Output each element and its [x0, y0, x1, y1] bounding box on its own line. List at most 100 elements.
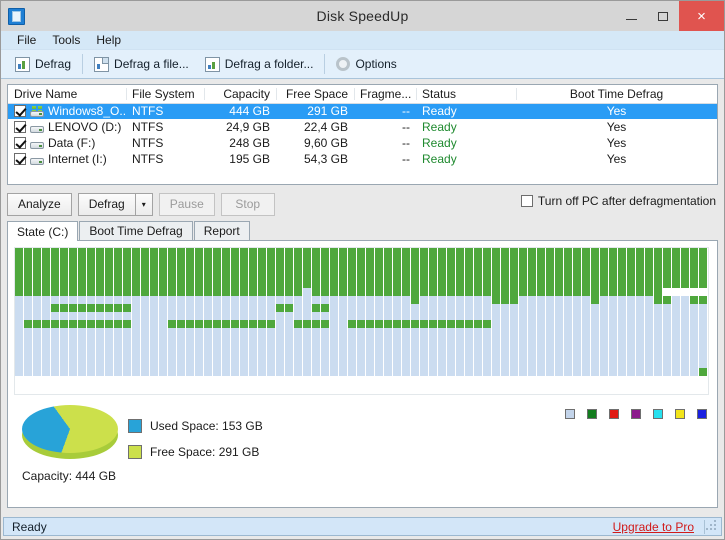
analyze-button[interactable]: Analyze — [7, 193, 72, 216]
disk-map-cell — [699, 328, 707, 336]
disk-map-cell — [456, 312, 464, 320]
menu-item-tools[interactable]: Tools — [44, 32, 88, 48]
disk-map-cell — [33, 360, 41, 368]
disk-map-cell — [564, 336, 572, 344]
disk-map-cell — [420, 344, 428, 352]
disk-map-cell — [69, 320, 77, 328]
disk-map-cell — [114, 256, 122, 264]
disk-map-cell — [393, 256, 401, 264]
toolbar-defrag-folder-button[interactable]: Defrag a folder... — [197, 53, 322, 76]
tab-boot-time-defrag[interactable]: Boot Time Defrag — [79, 221, 192, 240]
tab-panel-state: Used Space: 153 GB Free Space: 291 GB Ca… — [7, 241, 718, 508]
disk-map-cell — [519, 248, 527, 256]
menu-item-file[interactable]: File — [9, 32, 44, 48]
toolbar-defrag-button[interactable]: Defrag — [7, 53, 79, 76]
disk-map-cell — [258, 248, 266, 256]
cell-fragmentation: -- — [354, 103, 416, 119]
disk-map-cell — [618, 312, 626, 320]
pause-button[interactable]: Pause — [159, 193, 215, 216]
disk-map-cell — [681, 272, 689, 280]
disk-map-cell — [114, 248, 122, 256]
column-free-space[interactable]: Free Space — [276, 85, 354, 103]
disk-map-cell — [555, 320, 563, 328]
disk-map-cell — [519, 312, 527, 320]
disk-map-cell — [528, 272, 536, 280]
toolbar-defrag-file-button[interactable]: Defrag a file... — [86, 53, 197, 76]
disk-map-cell — [483, 320, 491, 328]
disk-map-cell — [501, 248, 509, 256]
disk-map-cell — [510, 312, 518, 320]
row-checkbox[interactable] — [14, 105, 26, 117]
disk-map-cell — [240, 288, 248, 296]
minimize-button[interactable] — [615, 1, 647, 31]
table-row[interactable]: Internet (I:) NTFS 195 GB 54,3 GB -- Rea… — [8, 151, 717, 167]
column-status[interactable]: Status — [416, 85, 516, 103]
column-fragmentation[interactable]: Fragme... — [354, 85, 416, 103]
disk-map-cell — [402, 248, 410, 256]
disk-map-cell — [672, 272, 680, 280]
disk-map-cell — [429, 272, 437, 280]
disk-map-cell — [87, 288, 95, 296]
menu-item-help[interactable]: Help — [88, 32, 129, 48]
disk-map-cell — [357, 264, 365, 272]
disk-map-cell — [87, 248, 95, 256]
toolbar-separator — [82, 54, 83, 74]
disk-map-cell — [168, 328, 176, 336]
disk-map-cell — [348, 368, 356, 376]
disk-map-cell — [618, 272, 626, 280]
stop-button[interactable]: Stop — [221, 193, 275, 216]
cell-drive-name: Data (F:) — [8, 135, 126, 151]
disk-map-cell — [375, 304, 383, 312]
disk-map-cell — [402, 320, 410, 328]
turn-off-pc-checkbox[interactable] — [521, 195, 533, 207]
disk-map-cell — [339, 328, 347, 336]
toolbar: Defrag Defrag a file... Defrag a folder.… — [1, 50, 724, 79]
table-row[interactable]: LENOVO (D:) NTFS 24,9 GB 22,4 GB -- Read… — [8, 119, 717, 135]
disk-map-cell — [240, 352, 248, 360]
disk-cluster-map[interactable] — [14, 247, 709, 395]
disk-map-cell — [213, 328, 221, 336]
disk-map-cell — [105, 264, 113, 272]
upgrade-to-pro-link[interactable]: Upgrade to Pro — [613, 520, 704, 534]
disk-map-cell — [186, 312, 194, 320]
disk-map-cell — [213, 312, 221, 320]
drive-list[interactable]: Drive Name File System Capacity Free Spa… — [7, 84, 718, 185]
disk-map-cell — [258, 328, 266, 336]
disk-map-cell — [564, 360, 572, 368]
disk-map-cell — [213, 344, 221, 352]
disk-map-cell — [24, 344, 32, 352]
disk-map-row — [15, 304, 708, 312]
disk-map-cell — [582, 296, 590, 304]
disk-map-cell — [348, 360, 356, 368]
resize-grip[interactable] — [704, 520, 718, 534]
chevron-down-icon[interactable]: ▾ — [135, 193, 153, 216]
defrag-button[interactable]: Defrag — [78, 193, 135, 216]
maximize-button[interactable] — [647, 1, 679, 31]
column-drive-name[interactable]: Drive Name — [8, 85, 126, 103]
tab-state-c[interactable]: State (C:) — [7, 221, 78, 241]
table-row[interactable]: Data (F:) NTFS 248 GB 9,60 GB -- Ready Y… — [8, 135, 717, 151]
row-checkbox[interactable] — [14, 153, 26, 165]
column-file-system[interactable]: File System — [126, 85, 204, 103]
disk-map-cell — [141, 336, 149, 344]
disk-map-cell — [591, 304, 599, 312]
column-capacity[interactable]: Capacity — [204, 85, 276, 103]
disk-map-cell — [573, 248, 581, 256]
disk-map-cell — [303, 256, 311, 264]
column-boot-time-defrag[interactable]: Boot Time Defrag — [516, 85, 717, 103]
disk-map-cell — [411, 272, 419, 280]
turn-off-pc-option[interactable]: Turn off PC after defragmentation — [521, 194, 716, 208]
disk-map-row — [15, 368, 708, 376]
close-button[interactable]: × — [679, 1, 724, 31]
disk-map-cell — [438, 272, 446, 280]
disk-map-cell — [159, 312, 167, 320]
disk-map-cell — [42, 272, 50, 280]
row-checkbox[interactable] — [14, 137, 26, 149]
tab-report[interactable]: Report — [194, 221, 250, 240]
table-row[interactable]: Windows8_O... NTFS 444 GB 291 GB -- Read… — [8, 103, 717, 119]
disk-map-cell — [312, 360, 320, 368]
toolbar-options-button[interactable]: Options — [328, 53, 404, 76]
disk-map-cell — [15, 280, 23, 288]
row-checkbox[interactable] — [14, 121, 26, 133]
disk-map-cell — [24, 304, 32, 312]
